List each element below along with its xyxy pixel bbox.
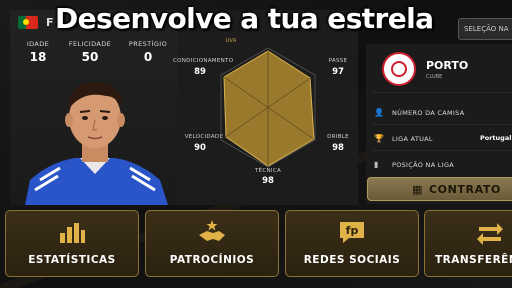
club-name: PORTO [426, 59, 469, 72]
club-badge-icon [382, 52, 416, 86]
club-subtitle: CLUBE [426, 74, 443, 80]
svg-text:fp: fp [346, 224, 359, 237]
club-row-label: POSIÇÃO NA LIGA [392, 161, 455, 169]
nav-social-button[interactable]: fp REDES SOCIAIS [285, 210, 419, 277]
national-selection-tab[interactable]: SELEÇÃO NA [458, 18, 512, 40]
club-row-shirt-number: 👤 NÚMERO DA CAMISA [374, 108, 464, 117]
divider [372, 150, 512, 151]
player-avatar [25, 82, 168, 205]
contract-button[interactable]: ▦ CONTRATO [367, 177, 512, 201]
player-panel: F IDADE 18 FELICIDADE 50 PRESTÍGIO 0 [10, 10, 178, 205]
stat-happiness: FELICIDADE 50 [62, 40, 118, 64]
trophy-icon: 🏆 [374, 134, 385, 143]
nav-transfers-button[interactable]: TRANSFERÊN [424, 210, 512, 277]
stat-value: 18 [29, 50, 47, 64]
nav-statistics-button[interactable]: ESTATÍSTICAS [5, 210, 139, 277]
stat-label: IDADE [26, 40, 50, 48]
divider [372, 92, 512, 93]
divider [372, 124, 512, 125]
transfer-arrows-icon [477, 223, 503, 245]
nav-label: TRANSFERÊN [435, 254, 512, 266]
nav-label: PATROCÍNIOS [169, 254, 255, 266]
radar-label-dribbling: DRIBLE [327, 134, 349, 140]
player-name: F [46, 16, 54, 29]
radar-fragment: UVA [225, 38, 237, 44]
club-row-league-position: ▮ POSIÇÃO NA LIGA [374, 160, 454, 169]
stat-label: FELICIDADE [68, 40, 112, 48]
radar-value-passing: 97 [332, 67, 344, 77]
person-icon: 👤 [374, 108, 385, 117]
bar-chart-icon [60, 223, 85, 243]
bar-chart-icon: ▮ [374, 160, 379, 169]
club-row-value: Portugal [480, 134, 512, 142]
radar-value-dribbling: 98 [332, 143, 344, 153]
stat-age: IDADE 18 [10, 40, 66, 64]
portugal-flag-icon [18, 16, 38, 29]
radar-value-technique: 98 [262, 176, 274, 186]
radar-value-speed: 90 [194, 143, 206, 153]
club-row-label: LIGA ATUAL [392, 135, 433, 143]
club-row-label: NÚMERO DA CAMISA [392, 109, 465, 117]
radar-value-conditioning: 89 [194, 67, 206, 77]
handshake-icon [199, 220, 225, 241]
nav-label: REDES SOCIAIS [303, 254, 401, 266]
stat-value: 50 [81, 50, 99, 64]
stat-value: 0 [143, 50, 153, 64]
nav-label: ESTATÍSTICAS [28, 254, 116, 266]
calendar-icon: ▦ [412, 182, 423, 196]
nav-sponsorships-button[interactable]: PATROCÍNIOS [145, 210, 279, 277]
attributes-radar-panel: UVA TE CONDICIONAMENTO 89 PASSE 97 DRIBL… [173, 10, 358, 205]
club-row-league: 🏆 LIGA ATUAL [374, 134, 433, 143]
contract-label: CONTRATO [429, 182, 501, 196]
radar-label-passing: PASSE [328, 58, 348, 64]
stat-prestige: PRESTÍGIO 0 [120, 40, 176, 64]
promo-banner-title: Desenvolve a tua estrela [55, 2, 434, 35]
stat-label: PRESTÍGIO [128, 40, 168, 48]
radar-chart [220, 47, 316, 168]
fp-logo-icon: fp [340, 222, 364, 243]
